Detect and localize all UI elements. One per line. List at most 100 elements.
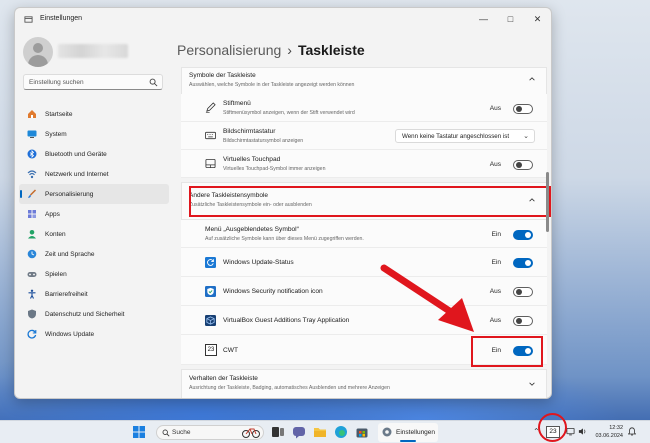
avatar[interactable]	[23, 37, 53, 67]
setting-title: VirtualBox Guest Additions Tray Applicat…	[223, 317, 350, 324]
teams-chat-icon[interactable]	[292, 425, 306, 439]
sidebar-item-accessibility[interactable]: Barrierefreiheit	[19, 284, 169, 304]
sidebar-item-network[interactable]: Netzwerk und Internet	[19, 164, 169, 184]
taskbar-search-label: Suche	[172, 429, 191, 436]
toggle-state-label: Aus	[489, 288, 501, 295]
highlight-box-section	[189, 186, 551, 217]
sidebar-nav: Startseite System Bluetooth und Geräte N…	[19, 104, 169, 344]
search-icon	[149, 78, 158, 87]
sidebar-item-label: Barrierefreiheit	[45, 290, 88, 298]
windows-update-status-toggle[interactable]	[513, 258, 533, 268]
chevron-down-icon[interactable]	[528, 380, 536, 388]
virtualbox-tray-toggle[interactable]	[513, 316, 533, 326]
edge-icon[interactable]	[334, 425, 348, 439]
sidebar-item-personalization[interactable]: Personalisierung	[19, 184, 169, 204]
wifi-icon	[27, 170, 37, 179]
sidebar-item-label: Personalisierung	[45, 190, 94, 198]
sidebar-item-bluetooth[interactable]: Bluetooth und Geräte	[19, 144, 169, 164]
breadcrumb-parent[interactable]: Personalisierung	[177, 42, 281, 58]
virtual-touchpad-toggle[interactable]	[513, 160, 533, 170]
sidebar-item-home[interactable]: Startseite	[19, 104, 169, 124]
pen-menu-toggle[interactable]	[513, 104, 533, 114]
search-placeholder: Einstellung suchen	[29, 79, 84, 86]
sidebar-item-label: Startseite	[45, 110, 73, 118]
task-view-icon[interactable]	[271, 425, 285, 439]
settings-app-icon	[24, 16, 33, 23]
toggle-state-label: Aus	[489, 105, 501, 112]
display-icon[interactable]	[566, 427, 575, 436]
setting-title: Stiftmenü	[223, 100, 251, 107]
setting-subtitle: Bildschirmtastatursymbol anzeigen	[223, 138, 304, 144]
chevron-up-icon[interactable]	[528, 75, 536, 83]
file-explorer-icon[interactable]	[313, 425, 327, 439]
sidebar-item-system[interactable]: System	[19, 124, 169, 144]
setting-title: Virtuelles Touchpad	[223, 156, 281, 163]
taskbar-settings-app[interactable]: Einstellungen	[378, 423, 438, 442]
clock[interactable]: 12:32 03.06.2024	[593, 424, 623, 440]
bicycle-search-highlight-icon[interactable]	[241, 425, 261, 439]
main-content: Personalisierung › Taskleiste Symbole der …	[175, 32, 551, 398]
clock-date: 03.06.2024	[595, 433, 623, 439]
sidebar-item-label: Konten	[45, 230, 66, 238]
setting-title: CWT	[223, 347, 239, 354]
title-bar[interactable]: Einstellungen — □ ✕	[15, 8, 551, 32]
section-title: Symbole der Taskleiste	[189, 72, 256, 79]
setting-row-hidden-icon-menu: Menü „Ausgeblendetes Symbol“ Auf zusätzl…	[181, 220, 547, 248]
globe-clock-icon	[27, 249, 37, 259]
section-subtitle: Ausrichtung der Taskleiste, Badging, aut…	[189, 385, 390, 391]
brush-icon	[28, 189, 37, 198]
minimize-button[interactable]: —	[470, 8, 497, 30]
sidebar-item-apps[interactable]: Apps	[19, 204, 169, 224]
sidebar-item-privacy[interactable]: Datenschutz und Sicherheit	[19, 304, 169, 324]
store-icon[interactable]	[355, 425, 369, 439]
setting-row-virtualbox-tray: VirtualBox Guest Additions Tray Applicat…	[181, 306, 547, 335]
windows-security-icon	[205, 286, 216, 297]
section-taskbar-behavior[interactable]: Verhalten der Taskleiste Ausrichtung der…	[181, 369, 547, 398]
setting-row-virtual-touchpad: Virtuelles Touchpad Virtuelles Touchpad-…	[181, 150, 547, 178]
setting-title: Menü „Ausgeblendetes Symbol“	[205, 226, 299, 233]
setting-row-windows-security: Windows Security notification icon Aus	[181, 277, 547, 306]
search-input[interactable]: Einstellung suchen	[23, 74, 163, 90]
sidebar-item-label: Bluetooth und Geräte	[45, 150, 107, 158]
toggle-state-label: Aus	[489, 317, 501, 324]
monitor-icon	[27, 130, 37, 138]
search-icon	[162, 429, 170, 437]
taskbar-settings-label: Einstellungen	[396, 429, 436, 436]
toggle-state-label: Ein	[491, 231, 501, 238]
user-name-blurred	[58, 44, 128, 58]
red-arrow-annotation	[380, 264, 474, 332]
sidebar-item-accounts[interactable]: Konten	[19, 224, 169, 244]
maximize-button[interactable]: □	[497, 8, 524, 30]
section-title: Verhalten der Taskleiste	[189, 375, 258, 382]
sidebar-item-gaming[interactable]: Spielen	[19, 264, 169, 284]
virtualbox-icon	[205, 315, 216, 326]
touchpad-icon	[205, 158, 216, 169]
clock-time: 12:32	[609, 425, 623, 431]
settings-window: Einstellungen — □ ✕ Einstellung suchen S…	[14, 7, 552, 399]
close-button[interactable]: ✕	[524, 8, 551, 30]
notification-bell-icon[interactable]	[628, 427, 636, 436]
toggle-state-label: Ein	[491, 259, 501, 266]
speaker-icon[interactable]	[578, 427, 587, 436]
windows-security-toggle[interactable]	[513, 287, 533, 297]
scrollbar[interactable]	[546, 172, 549, 232]
windows-update-icon	[205, 257, 216, 268]
windows-start-icon[interactable]	[133, 426, 145, 438]
highlight-circle-tray-badge	[538, 413, 567, 442]
home-icon	[28, 110, 36, 118]
sidebar-item-label: Netzwerk und Internet	[45, 170, 109, 178]
apps-icon	[28, 210, 36, 218]
touch-keyboard-dropdown[interactable]: Wenn keine Tastatur angeschlossen ist ⌄	[395, 129, 535, 143]
breadcrumb-separator: ›	[287, 42, 292, 58]
sidebar-item-time-language[interactable]: Zeit und Sprache	[19, 244, 169, 264]
update-icon	[27, 329, 37, 339]
cwt-calendar-icon: 23	[205, 344, 217, 356]
dropdown-value: Wenn keine Tastatur angeschlossen ist	[402, 133, 510, 140]
sidebar-item-label: System	[45, 130, 67, 138]
hidden-icon-menu-toggle[interactable]	[513, 230, 533, 240]
page-title: Taskleiste	[297, 42, 365, 58]
sidebar-item-windows-update[interactable]: Windows Update	[19, 324, 169, 344]
highlight-box-cwt-toggle	[471, 336, 543, 367]
gear-icon	[382, 427, 392, 437]
sidebar-item-label: Windows Update	[45, 330, 95, 338]
